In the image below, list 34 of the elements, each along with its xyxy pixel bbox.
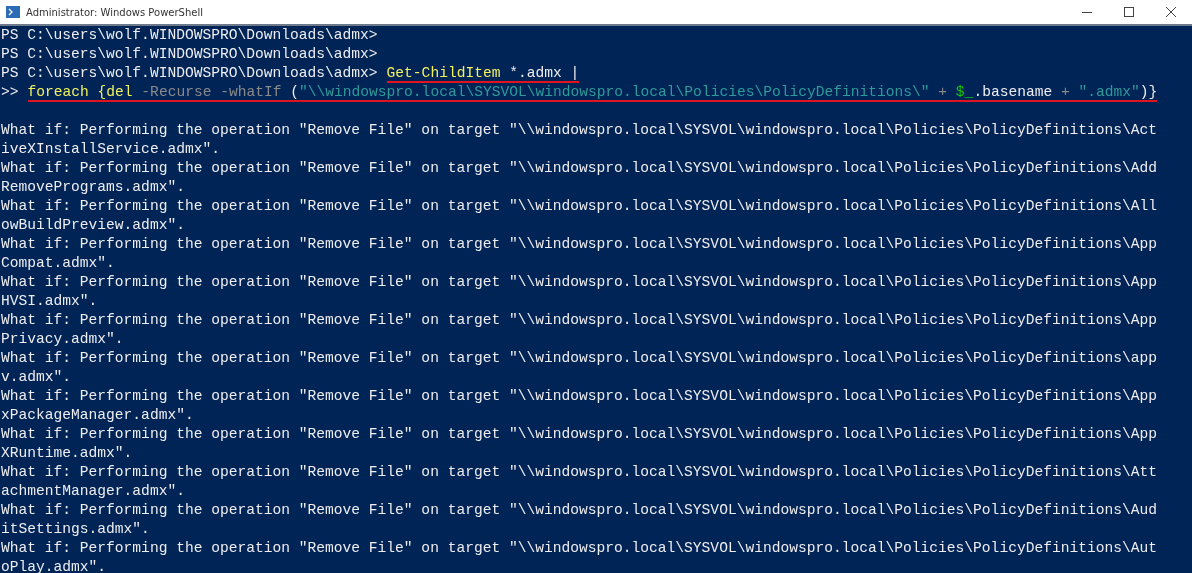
output-text: What if: Performing the operation "Remove File" on target "\\windowspro.local\SYSVOL\windowspro.local\Policies\PolicyDefinitions\Aut <box>1 539 1157 558</box>
output-text: What if: Performing the operation "Remove File" on target "\\windowspro.local\SYSVOL\windowspro.local\Policies\PolicyDefinitions\Add <box>1 159 1157 178</box>
output-text: achmentManager.admx". <box>1 482 185 501</box>
close-icon <box>1166 7 1176 17</box>
output-text: Compat.admx". <box>1 254 115 273</box>
prompt-text: PS C:\users\wolf.WINDOWSPRO\Downloads\admx> <box>1 45 378 64</box>
output-text: itSettings.admx". <box>1 520 150 539</box>
command-text: foreach {del -Recurse -whatIf ("\\windowspro.local\SYSVOL\windowspro.local\Policies\PolicyDefinitions\" + $_.basename + ".admx")} <box>27 83 1158 102</box>
output-text: Privacy.admx". <box>1 330 124 349</box>
prompt-text: PS C:\users\wolf.WINDOWSPRO\Downloads\admx> <box>1 64 378 83</box>
command-text: Get-ChildItem *.admx | <box>386 64 580 83</box>
output-text: What if: Performing the operation "Remove File" on target "\\windowspro.local\SYSVOL\windowspro.local\Policies\PolicyDefinitions\App <box>1 425 1157 444</box>
terminal-icon <box>6 6 20 18</box>
output-text: iveXInstallService.admx". <box>1 140 220 159</box>
minimize-icon <box>1082 11 1092 13</box>
output-text: What if: Performing the operation "Remove File" on target "\\windowspro.local\SYSVOL\windowspro.local\Policies\PolicyDefinitions\App <box>1 273 1157 292</box>
maximize-icon <box>1124 7 1134 17</box>
output-text: xPackageManager.admx". <box>1 406 194 425</box>
output-text: What if: Performing the operation "Remove File" on target "\\windowspro.local\SYSVOL\windowspro.local\Policies\PolicyDefinitions\Att <box>1 463 1157 482</box>
window-title: Administrator: Windows PowerShell <box>26 6 203 18</box>
output-text: What if: Performing the operation "Remove File" on target "\\windowspro.local\SYSVOL\windowspro.local\Policies\PolicyDefinitions\Aud <box>1 501 1157 520</box>
output-text: owBuildPreview.admx". <box>1 216 185 235</box>
output-text: What if: Performing the operation "Remove File" on target "\\windowspro.local\SYSVOL\windowspro.local\Policies\PolicyDefinitions\Act <box>1 121 1157 140</box>
output-text: What if: Performing the operation "Remove File" on target "\\windowspro.local\SYSVOL\windowspro.local\Policies\PolicyDefinitions\App <box>1 235 1157 254</box>
output-text: XRuntime.admx". <box>1 444 133 463</box>
output-text: HVSI.admx". <box>1 292 98 311</box>
prompt-text: PS C:\users\wolf.WINDOWSPRO\Downloads\admx> <box>1 26 378 45</box>
output-text: What if: Performing the operation "Remove File" on target "\\windowspro.local\SYSVOL\windowspro.local\Policies\PolicyDefinitions\App <box>1 311 1157 330</box>
output-text: v.admx". <box>1 368 72 387</box>
output-text: What if: Performing the operation "Remove File" on target "\\windowspro.local\SYSVOL\windowspro.local\Policies\PolicyDefinitions\app <box>1 349 1157 368</box>
output-text: RemovePrograms.admx". <box>1 178 185 197</box>
output-text: What if: Performing the operation "Remove File" on target "\\windowspro.local\SYSVOL\windowspro.local\Policies\PolicyDefinitions\App <box>1 387 1157 406</box>
output-text: What if: Performing the operation "Remove File" on target "\\windowspro.local\SYSVOL\windowspro.local\Policies\PolicyDefinitions\All <box>1 197 1157 216</box>
prompt-text: >> <box>1 83 19 102</box>
